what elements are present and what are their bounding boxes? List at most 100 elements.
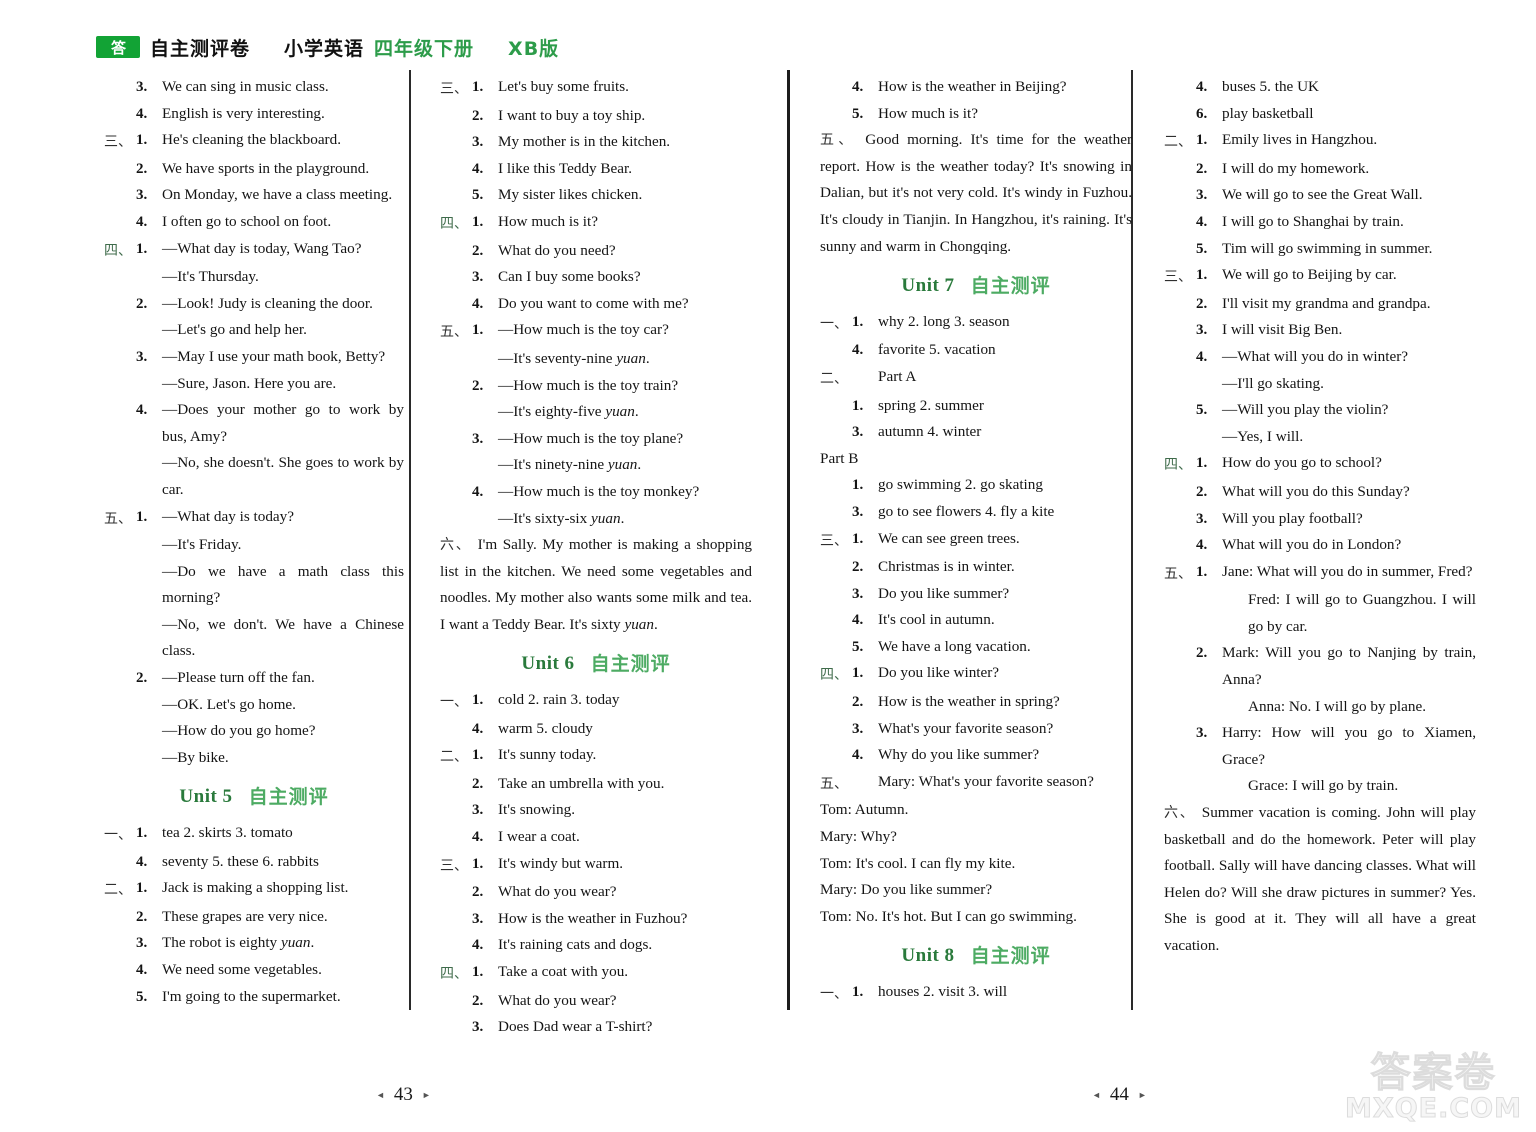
item-text: Take a coat with you. (498, 963, 629, 980)
item-text: It's sunny today. (498, 746, 597, 764)
item-text: It's snowing. (498, 801, 575, 819)
item-number: 2. (472, 242, 484, 259)
item-number: 3. (472, 1019, 484, 1036)
section-marker: 一、 (104, 827, 132, 844)
answer-item: 3. We can sing in music class. (104, 74, 404, 101)
item-number: 1. (852, 984, 864, 1000)
section-marker (440, 129, 472, 131)
next-page-icon-right: ► (1137, 1090, 1147, 1100)
section-marker (440, 797, 472, 799)
answer-item: 四、 1. Do you like winter? (820, 660, 1132, 689)
answer-item: 二、 1. Jack is making a shopping list. (104, 875, 404, 904)
item-text: Take an umbrella with you. (498, 774, 665, 792)
answer-item: 三、 1. Let's buy some fruits. (440, 74, 752, 103)
item-text: I wear a coat. (498, 828, 580, 846)
watermark-domain: MXQE.COM (1345, 1093, 1522, 1124)
item-text: —How much is the toy plane? (498, 429, 684, 447)
answer-item: 四、 1. How do you go to school? (1164, 450, 1476, 479)
section-marker (820, 716, 852, 718)
item-number: 1. (472, 322, 484, 339)
answer-item: 一、 1. why 2. long 3. season (820, 309, 1132, 338)
section-marker (820, 634, 852, 636)
answer-item: 2. Mark: Will you go to Nanjing by train,… (1164, 640, 1476, 693)
item-number: 2. (1196, 160, 1208, 177)
masthead-edition: XB版 (508, 37, 560, 60)
section-marker (1164, 101, 1196, 103)
item-number: 1. (472, 79, 484, 95)
item-number: 4. (472, 160, 484, 177)
item-text: What's your favorite season? (878, 719, 1054, 737)
item-text: Harry: How will you go to Xiamen, Grace? (1222, 724, 1476, 768)
item-number: 3. (1196, 322, 1208, 339)
italic-term: yuan (624, 615, 654, 633)
section-marker: 四、 (440, 966, 468, 982)
section-marker (104, 397, 136, 399)
section-marker (104, 984, 136, 986)
answer-item: 3. We will go to see the Great Wall. (1164, 182, 1476, 209)
section-marker (104, 904, 136, 906)
item-number: 3. (472, 269, 484, 286)
item-text: go to see flowers 4. fly a kite (878, 502, 1055, 520)
answer-continuation: —Do we have a math class this morning? (162, 562, 404, 607)
item-text: I'm going to the supermarket. (162, 987, 341, 1005)
item-number: 6. (1196, 105, 1208, 122)
answer-item: 2. I'll visit my grandma and grandpa. (1164, 291, 1476, 318)
item-number: 1. (852, 477, 864, 494)
answer-continuation: —Yes, I will. (1222, 427, 1304, 445)
answer-continuation: —It's ninety-nine yuan. (498, 456, 642, 474)
item-text: We will go to see the Great Wall. (1222, 186, 1423, 204)
answer-item: 3. Will you play football? (1164, 506, 1476, 533)
unit-heading-label: Unit 5 (179, 786, 233, 808)
section-marker: 六、 (1164, 805, 1202, 822)
answer-continuation: —It's Thursday. (162, 268, 259, 286)
answer-item: 4. It's cool in autumn. (820, 607, 1132, 634)
answer-item: 4. —Does your mother go to work by bus, A… (104, 397, 404, 450)
item-number: 4. (472, 937, 484, 954)
answer-item: 三、 1. He's cleaning the blackboard. (104, 127, 404, 156)
page-masthead: 答 自主测评卷 小学英语 四年级下册 XB版 (0, 30, 1536, 64)
item-text: English is very interesting. (162, 104, 325, 122)
item-text: How do you go to school? (1222, 454, 1382, 472)
answer-item: 2. What do you need? (440, 238, 752, 265)
answer-item: 5. —Will you play the violin? (1164, 397, 1476, 424)
answer-continuation: —It's Friday. (162, 536, 242, 554)
answer-item: 4. I like this Teddy Bear. (440, 156, 752, 183)
section-marker (440, 1014, 472, 1016)
section-marker: 四、 (440, 215, 468, 232)
publisher-logo-icon: 答 (96, 36, 140, 58)
answer-item: 3. go to see flowers 4. fly a kite (820, 499, 1132, 526)
section-marker: 三、 (440, 857, 468, 874)
section-marker (1164, 182, 1196, 184)
section-marker (1164, 291, 1196, 293)
item-text: We have sports in the playground. (162, 159, 370, 177)
section-marker: 五、 (1164, 565, 1192, 582)
answer-item: 5. Tim will go swimming in summer. (1164, 236, 1476, 263)
item-text: He's cleaning the blackboard. (162, 131, 342, 149)
item-text: It's windy but warm. (498, 854, 624, 872)
section-marker (104, 665, 136, 667)
answer-item: 2. How is the weather in spring? (820, 689, 1132, 716)
item-text: go swimming 2. go skating (878, 476, 1043, 494)
item-number: 5. (1196, 240, 1208, 257)
item-number: 3. (852, 585, 864, 602)
section-marker (104, 74, 136, 76)
section-marker: 三、 (440, 81, 468, 97)
item-number: 4. (472, 295, 484, 312)
answer-item: 三、 1. It's windy but warm. (440, 851, 752, 880)
answer-item: 五、 1. Jane: What will you do in summer, Fr… (1164, 559, 1476, 588)
answer-column-2: 三、 1. Let's buy some fruits. 2. I want to bu… (440, 74, 752, 1041)
item-number: 3. (852, 503, 864, 520)
item-number: 1. (136, 508, 148, 525)
item-text: It's raining cats and dogs. (498, 936, 653, 954)
item-text: why 2. long 3. season (878, 312, 1010, 330)
answer-item: 一、 1. houses 2. visit 3. will (820, 979, 1132, 1008)
answer-item: 4. How is the weather in Beijing? (820, 74, 1132, 101)
item-text: —Does your mother go to work by bus, Amy… (162, 401, 404, 445)
prev-page-icon: ◄ (376, 1090, 385, 1100)
item-text: Mark: Will you go to Nanjing by train, A… (1222, 644, 1476, 689)
answer-column-3: 4. How is the weather in Beijing? 5. How mu… (820, 74, 1132, 1008)
answer-continuation: Fred: I will go to Guangzhou. I will go … (1248, 591, 1476, 635)
answer-continuation: —No, she doesn't. She goes to work by ca… (162, 454, 404, 498)
item-number: 4. (136, 853, 148, 870)
item-text: Do you like summer? (878, 584, 1010, 602)
